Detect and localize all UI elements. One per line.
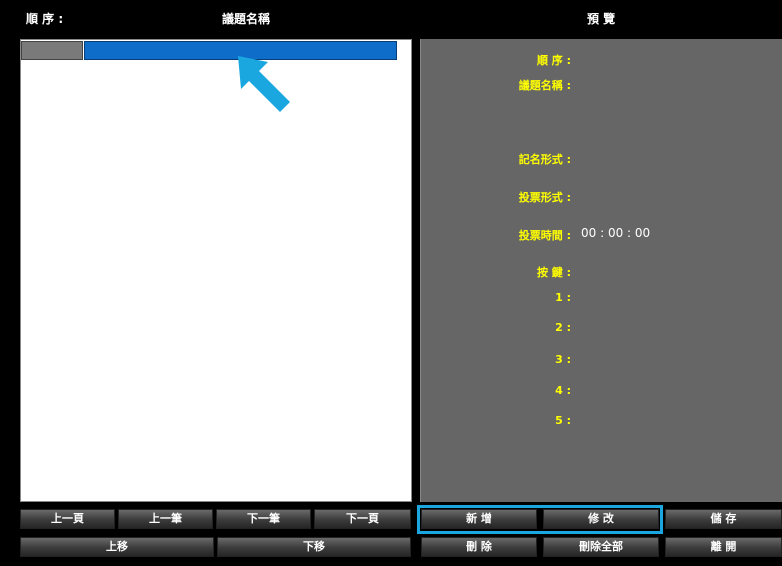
delete-button[interactable]: 刪 除 [421, 537, 537, 557]
list-item-selected[interactable] [21, 41, 397, 60]
preview-title-label: 議題名稱 : [518, 79, 571, 92]
agenda-list[interactable] [20, 39, 412, 502]
preview-vote-time-value: 00 : 00 : 00 [581, 226, 651, 240]
leave-button[interactable]: 離 開 [665, 537, 782, 557]
prev-page-button[interactable]: 上一頁 [20, 509, 115, 529]
prev-item-button[interactable]: 上一筆 [118, 509, 213, 529]
preview-panel: 順 序 : 議題名稱 : 記名形式 : 投票形式 : 投票時間 : 00 : 0… [420, 39, 782, 502]
preview-key-2: 2 : [555, 321, 571, 334]
arrow-icon [238, 56, 290, 112]
preview-key-3: 3 : [555, 353, 571, 366]
preview-key-5: 5 : [555, 414, 571, 427]
selected-order-cell[interactable] [21, 41, 83, 60]
preview-vote-time-label: 投票時間 : [518, 229, 571, 242]
preview-naming-label: 記名形式 : [518, 153, 571, 166]
delete-all-button[interactable]: 刪除全部 [543, 537, 659, 557]
preview-keys-label: 按 鍵 : [536, 266, 571, 279]
header-order-label: 順 序 : [26, 12, 64, 26]
add-modify-highlight [417, 505, 663, 534]
next-page-button[interactable]: 下一頁 [314, 509, 411, 529]
header-preview-label: 預 覽 [587, 12, 616, 26]
save-button[interactable]: 儲 存 [665, 509, 782, 529]
preview-key-1: 1 : [555, 291, 571, 304]
preview-order-label: 順 序 : [536, 54, 571, 67]
preview-key-4: 4 : [555, 384, 571, 397]
move-up-button[interactable]: 上移 [20, 537, 214, 557]
header-title-label: 議題名稱 [222, 12, 271, 26]
preview-vote-type-label: 投票形式 : [518, 191, 571, 204]
move-down-button[interactable]: 下移 [217, 537, 411, 557]
next-item-button[interactable]: 下一筆 [216, 509, 311, 529]
